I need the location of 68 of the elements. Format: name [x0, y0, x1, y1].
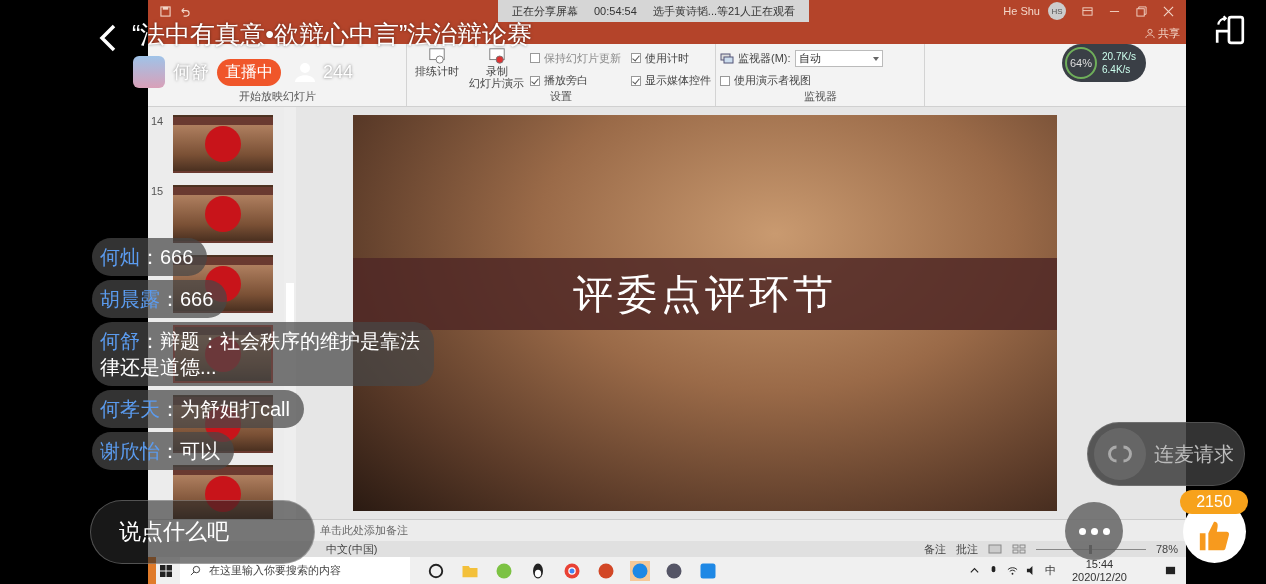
language-label: 中文(中国) [326, 541, 378, 557]
checkbox[interactable] [631, 53, 641, 64]
share-button[interactable]: 共享 [1158, 25, 1180, 41]
host-name: 何舒 [173, 61, 209, 84]
ribbon-group-label: 开始放映幻灯片 [237, 89, 317, 104]
timer-icon[interactable] [428, 47, 446, 65]
checkbox-label: 使用演示者视图 [734, 73, 811, 88]
checkbox-label: 使用计时 [645, 50, 689, 66]
rotate-screen-icon[interactable] [1214, 14, 1246, 46]
slide-thumbnail[interactable] [173, 185, 273, 243]
notification-icon[interactable] [1165, 565, 1176, 576]
slide-number: 15 [151, 185, 165, 199]
undo-icon[interactable] [179, 5, 190, 17]
upload-rate: 20.7K/s [1102, 50, 1136, 63]
wifi-icon[interactable] [1006, 565, 1018, 576]
clock-date: 2020/12/20 [1071, 570, 1127, 583]
sharing-status: 正在分享屏幕 [512, 3, 578, 19]
checkbox[interactable] [720, 75, 730, 86]
chat-message-toast: 何灿：666 [92, 238, 208, 276]
account-name: He Shu [1003, 5, 1040, 17]
slide-thumbnail[interactable] [173, 115, 273, 173]
ribbon-group-label: 设置 [549, 89, 573, 105]
download-rate: 6.4K/s [1102, 63, 1132, 76]
checkbox[interactable] [631, 75, 641, 86]
notes-button[interactable]: 备注 [923, 541, 946, 557]
monitor-dropdown[interactable]: 自动 [794, 50, 883, 67]
clock-time: 15:44 [1085, 558, 1114, 571]
input-method-indicator[interactable]: 中 [1044, 563, 1056, 578]
zoom-level: 78% [1155, 543, 1178, 555]
sharing-duration: 00:54:54 [594, 5, 637, 17]
checkbox[interactable] [530, 75, 540, 86]
ribbon-button-label[interactable]: 幻灯片演示 [469, 77, 524, 90]
chat-message-toast: 何舒：辩题：社会秩序的维护是靠法律还是道德... [92, 322, 434, 386]
checkbox-label: 显示媒体控件 [645, 73, 711, 89]
account-avatar[interactable]: HS [1048, 2, 1066, 20]
slide-number: 14 [151, 115, 165, 129]
slide-title: 评委点评环节 [573, 270, 837, 318]
mic-request-button[interactable]: 连麦请求 [1087, 422, 1245, 486]
search-icon [190, 565, 201, 576]
app-icon[interactable] [630, 560, 650, 581]
person-icon [1145, 28, 1155, 38]
usage-percent: 64% [1065, 47, 1097, 79]
windows-logo-icon[interactable] [160, 564, 172, 577]
viewer-count: 244 [323, 61, 354, 83]
chat-message-toast: 胡晨露：666 [92, 280, 228, 318]
comments-button[interactable]: 批注 [955, 541, 978, 557]
normal-view-icon[interactable] [987, 544, 1002, 554]
chat-message-toast: 何孝天：为舒姐打call [92, 390, 304, 428]
checkbox-label: 播放旁白 [544, 73, 588, 89]
close-icon[interactable] [1163, 5, 1174, 17]
back-icon[interactable] [98, 22, 118, 54]
record-icon[interactable] [487, 47, 506, 65]
monitor-label: 监视器(M): [738, 51, 791, 66]
chat-message-toast: 谢欣怡：可以 [92, 432, 234, 470]
taskbar-search-field[interactable]: 在这里输入你要搜索的内容 [180, 557, 410, 584]
tray-caret-icon[interactable] [968, 565, 980, 576]
ribbon-group-label: 监视器 [802, 89, 838, 104]
checkbox-label: 保持幻灯片更新 [544, 50, 621, 66]
monitor-icon [720, 52, 734, 65]
notes-placeholder[interactable]: 单击此处添加备注 [320, 523, 408, 538]
ribbon-display-icon[interactable] [1082, 5, 1093, 17]
link-icon [1094, 428, 1146, 480]
save-icon[interactable] [160, 5, 171, 17]
slide-thumbnail[interactable] [173, 465, 273, 519]
ribbon-button-label[interactable]: 排练计时 [415, 65, 459, 78]
restore-icon[interactable] [1136, 5, 1147, 17]
watchers-text: 选手黄诗韬...等21人正在观看 [652, 3, 796, 19]
ribbon-button-label[interactable]: 录制 [485, 65, 508, 78]
